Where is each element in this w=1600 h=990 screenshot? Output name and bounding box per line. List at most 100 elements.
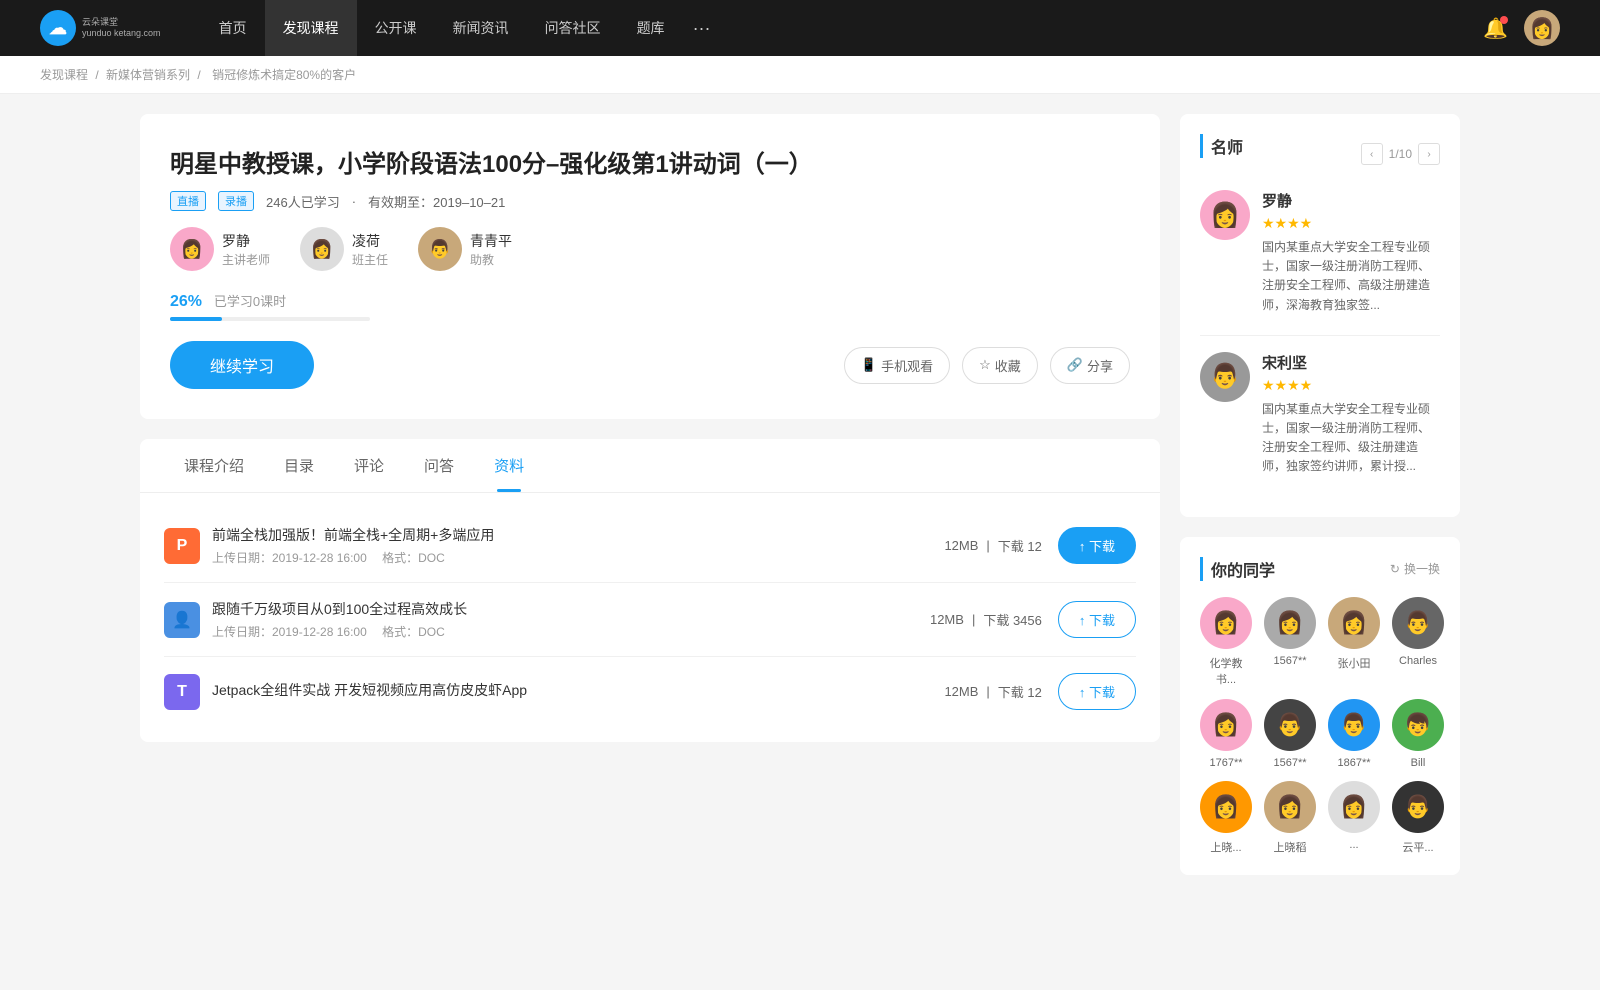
sidebar-teacher-name-0: 罗静 <box>1262 190 1440 211</box>
classmate-avatar-2: 👩 <box>1328 597 1380 649</box>
resource-info-0: 前端全栈加强版！前端全栈+全周期+多端应用 上传日期：2019-12-28 16… <box>212 525 944 566</box>
classmate-name-11: 云平... <box>1402 839 1433 855</box>
teacher-role-1: 班主任 <box>352 251 388 268</box>
download-button-1[interactable]: ↑ 下载 <box>1058 601 1136 638</box>
refresh-label: 换一换 <box>1404 560 1440 577</box>
teacher-role-2: 助教 <box>470 251 512 268</box>
classmate-avatar-0: 👩 <box>1200 597 1252 649</box>
classmate-item-2: 👩 张小田 <box>1328 597 1380 687</box>
course-actions: 继续学习 📱 手机观看 ☆ 收藏 🔗 分享 <box>170 341 1130 389</box>
collect-button[interactable]: ☆ 收藏 <box>962 347 1038 384</box>
teacher-item-2: 👨 青青平 助教 <box>418 227 512 271</box>
classmate-avatar-4: 👩 <box>1200 699 1252 751</box>
nav-item-quiz[interactable]: 题库 <box>619 0 683 56</box>
classmate-name-6: 1867** <box>1337 757 1370 769</box>
teacher-item-0: 👩 罗静 主讲老师 <box>170 227 270 271</box>
refresh-icon: ↻ <box>1390 562 1400 576</box>
resource-item-1: 👤 跟随千万级项目从0到100全过程高效成长 上传日期：2019-12-28 1… <box>164 583 1136 657</box>
continue-button[interactable]: 继续学习 <box>170 341 314 389</box>
classmate-avatar-8: 👩 <box>1200 781 1252 833</box>
resource-meta-0: 上传日期：2019-12-28 16:00 格式：DOC <box>212 549 944 566</box>
sidebar-teacher-stars-1: ★★★★ <box>1262 377 1440 394</box>
classmate-name-9: 上晓稻 <box>1274 839 1307 855</box>
teachers-sidebar-card: 名师 ‹ 1/10 › 👩 罗静 ★★★★ 国内某重点大学安全工程专业硕士，国家… <box>1180 114 1460 517</box>
sidebar-teacher-desc-0: 国内某重点大学安全工程专业硕士，国家一级注册消防工程师、注册安全工程师、高级注册… <box>1262 238 1440 315</box>
nav-right: 🔔 👩 <box>1483 10 1560 46</box>
breadcrumb-link-2[interactable]: 新媒体营销系列 <box>106 68 190 82</box>
resource-info-1: 跟随千万级项目从0到100全过程高效成长 上传日期：2019-12-28 16:… <box>212 599 930 640</box>
course-meta: 直播 录播 246人已学习 · 有效期至：2019–10–21 <box>170 191 1130 211</box>
separator: · <box>352 194 356 209</box>
classmate-avatar-3: 👨 <box>1392 597 1444 649</box>
bell-icon[interactable]: 🔔 <box>1483 16 1508 41</box>
resource-meta-1: 上传日期：2019-12-28 16:00 格式：DOC <box>212 623 930 640</box>
classmate-item-10: 👩 ... <box>1328 781 1380 855</box>
teacher-info-0: 罗静 主讲老师 <box>222 231 270 268</box>
tab-comments[interactable]: 评论 <box>334 439 404 492</box>
course-header-card: 明星中教授课，小学阶段语法100分–强化级第1讲动词（一） 直播 录播 246人… <box>140 114 1160 419</box>
teacher-name-0: 罗静 <box>222 231 270 251</box>
classmate-item-1: 👩 1567** <box>1264 597 1316 687</box>
action-buttons: 📱 手机观看 ☆ 收藏 🔗 分享 <box>844 347 1130 384</box>
share-label: 分享 <box>1087 356 1113 375</box>
prev-teacher-btn[interactable]: ‹ <box>1361 143 1383 165</box>
tab-intro[interactable]: 课程介绍 <box>164 439 264 492</box>
classmate-name-4: 1767** <box>1209 757 1242 769</box>
resource-title-0: 前端全栈加强版！前端全栈+全周期+多端应用 <box>212 525 944 545</box>
collect-label: 收藏 <box>995 356 1021 375</box>
tab-qa[interactable]: 问答 <box>404 439 474 492</box>
next-teacher-btn[interactable]: › <box>1418 143 1440 165</box>
progress-section: 26% 已学习0课时 <box>170 291 1130 321</box>
download-button-0[interactable]: ↑ 下载 <box>1058 527 1136 564</box>
logo-text: 云朵课堂 yunduo ketang.com <box>82 17 161 39</box>
learner-count: 246人已学习 <box>266 192 340 211</box>
breadcrumb-link-1[interactable]: 发现课程 <box>40 68 88 82</box>
nav-item-courses[interactable]: 发现课程 <box>265 0 357 56</box>
teacher-info-2: 青青平 助教 <box>470 231 512 268</box>
nav-more[interactable]: ··· <box>683 18 721 39</box>
classmate-avatar-5: 👨 <box>1264 699 1316 751</box>
valid-until: 有效期至：2019–10–21 <box>368 192 505 211</box>
nav-item-qa[interactable]: 问答社区 <box>527 0 619 56</box>
sidebar-teacher-1: 👨 宋利坚 ★★★★ 国内某重点大学安全工程专业硕士，国家一级注册消防工程师、注… <box>1200 352 1440 477</box>
resource-item-0: P 前端全栈加强版！前端全栈+全周期+多端应用 上传日期：2019-12-28 … <box>164 509 1136 583</box>
classmate-avatar-1: 👩 <box>1264 597 1316 649</box>
download-button-2[interactable]: ↑ 下载 <box>1058 673 1136 710</box>
resource-info-2: Jetpack全组件实战 开发短视频应用高仿皮皮虾App <box>212 680 944 704</box>
classmate-item-6: 👨 1867** <box>1328 699 1380 769</box>
resource-stats-2: 12MB | 下载 12 <box>944 682 1041 701</box>
classmate-item-5: 👨 1567** <box>1264 699 1316 769</box>
nav-item-open[interactable]: 公开课 <box>357 0 435 56</box>
progress-learned: 已学习0课时 <box>214 294 286 309</box>
tab-contents[interactable]: 目录 <box>264 439 334 492</box>
logo[interactable]: ☁ 云朵课堂 yunduo ketang.com <box>40 10 161 46</box>
classmate-avatar-6: 👨 <box>1328 699 1380 751</box>
breadcrumb: 发现课程 / 新媒体营销系列 / 销冠修炼术搞定80%的客户 <box>0 56 1600 94</box>
classmate-name-8: 上晓... <box>1210 839 1241 855</box>
nav-item-news[interactable]: 新闻资讯 <box>435 0 527 56</box>
classmates-grid: 👩 化学教书... 👩 1567** 👩 张小田 👨 Charles <box>1200 597 1440 855</box>
nav-items: 首页 发现课程 公开课 新闻资讯 问答社区 题库 ··· <box>201 0 1484 56</box>
classmate-item-11: 👨 云平... <box>1392 781 1444 855</box>
tab-resources[interactable]: 资料 <box>474 439 544 492</box>
classmate-avatar-9: 👩 <box>1264 781 1316 833</box>
teacher-name-1: 凌荷 <box>352 231 388 251</box>
badge-live: 直播 <box>170 191 206 211</box>
user-avatar[interactable]: 👩 <box>1524 10 1560 46</box>
progress-percent: 26% <box>170 293 202 310</box>
refresh-classmates-btn[interactable]: ↻ 换一换 <box>1390 560 1440 577</box>
classmate-item-0: 👩 化学教书... <box>1200 597 1252 687</box>
share-button[interactable]: 🔗 分享 <box>1050 347 1130 384</box>
mobile-icon: 📱 <box>861 357 877 373</box>
content-right: 名师 ‹ 1/10 › 👩 罗静 ★★★★ 国内某重点大学安全工程专业硕士，国家… <box>1180 114 1460 895</box>
nav-item-home[interactable]: 首页 <box>201 0 265 56</box>
classmate-item-4: 👩 1767** <box>1200 699 1252 769</box>
mobile-view-button[interactable]: 📱 手机观看 <box>844 347 950 384</box>
sidebar-teacher-0: 👩 罗静 ★★★★ 国内某重点大学安全工程专业硕士，国家一级注册消防工程师、注册… <box>1200 190 1440 315</box>
sidebar-teacher-avatar-1: 👨 <box>1200 352 1250 402</box>
breadcrumb-current: 销冠修炼术搞定80%的客户 <box>212 68 356 82</box>
teachers-sidebar-header: 名师 ‹ 1/10 › <box>1200 134 1440 174</box>
logo-icon: ☁ <box>40 10 76 46</box>
classmate-name-10: ... <box>1349 839 1358 851</box>
teacher-item-1: 👩 凌荷 班主任 <box>300 227 388 271</box>
